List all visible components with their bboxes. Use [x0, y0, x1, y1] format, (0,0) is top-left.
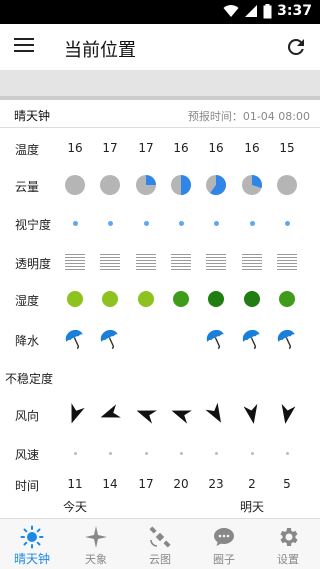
cloud-cover-icon	[236, 167, 268, 203]
wind-arrow-icon	[200, 396, 232, 432]
status-bar: 3:37	[0, 0, 320, 24]
forecast-title: 晴天钟	[14, 109, 51, 123]
cloud-cover-icon	[271, 167, 303, 203]
transparency-lines	[59, 244, 91, 280]
humidity-dot	[130, 281, 162, 317]
tab-label: 设置	[277, 553, 299, 566]
time-value: 14	[102, 477, 118, 491]
humidity-dot	[94, 281, 126, 317]
signal-icon	[245, 5, 258, 17]
refresh-strip	[0, 70, 320, 100]
umbrella-icon	[271, 321, 303, 357]
umbrella-icon	[236, 321, 268, 357]
humidity-dot	[59, 281, 91, 317]
transparency-lines	[165, 244, 197, 280]
tab-label: 圈子	[213, 553, 235, 566]
seeing-dot	[94, 205, 126, 241]
humidity-dot	[200, 281, 232, 317]
wind-arrow-icon	[130, 396, 162, 432]
cloud-cover-icon	[59, 167, 91, 203]
tab-forecast[interactable]: 晴天钟	[0, 519, 64, 569]
row-label: 云量	[15, 180, 40, 194]
temperature-value: 17	[102, 141, 118, 155]
transparency-lines	[236, 244, 268, 280]
row-instability: 不稳定度	[0, 359, 320, 395]
row-label: 不稳定度	[5, 372, 54, 386]
transparency-lines	[94, 244, 126, 280]
time-value: 20	[173, 477, 189, 491]
temperature-value: 16	[173, 141, 189, 155]
umbrella-icon	[200, 321, 232, 357]
time-value: 11	[67, 477, 83, 491]
humidity-dot	[165, 281, 197, 317]
time-value: 5	[283, 477, 291, 491]
gear-icon	[280, 528, 298, 546]
chat-icon	[214, 528, 234, 546]
forecast-header: 晴天钟 预报时间：01-04 08:00	[0, 100, 320, 128]
wifi-icon	[223, 5, 239, 18]
precipitation-empty	[130, 321, 162, 357]
row-label: 风速	[15, 448, 40, 462]
seeing-dot	[165, 205, 197, 241]
cloud-cover-icon	[200, 167, 232, 203]
battery-icon	[263, 3, 272, 18]
forecast-panel: 晴天钟 预报时间：01-04 08:00 温度 云量 视宁度 透明度 湿度 降水…	[0, 100, 320, 518]
tab-settings[interactable]: 设置	[256, 519, 320, 569]
temperature-value: 16	[208, 141, 224, 155]
row-label: 湿度	[15, 294, 40, 308]
transparency-lines	[200, 244, 232, 280]
cloud-cover-icon	[94, 167, 126, 203]
tab-label: 天象	[85, 553, 107, 566]
time-value: 17	[138, 477, 154, 491]
precipitation-empty	[165, 321, 197, 357]
cloud-cover-icon	[165, 167, 197, 203]
seeing-dot	[200, 205, 232, 241]
time-value: 2	[248, 477, 256, 491]
app-bar: 当前位置	[0, 24, 320, 70]
cloud-cover-icon	[130, 167, 162, 203]
transparency-lines	[130, 244, 162, 280]
seeing-dot	[236, 205, 268, 241]
temperature-value: 16	[67, 141, 83, 155]
temperature-value: 15	[279, 141, 295, 155]
wind-arrow-icon	[59, 396, 91, 432]
satellite-icon	[149, 526, 171, 548]
tab-cloud-map[interactable]: 云图	[128, 519, 192, 569]
umbrella-icon	[94, 321, 126, 357]
sun-icon	[20, 525, 44, 549]
row-label: 时间	[15, 479, 40, 493]
row-label: 温度	[15, 143, 40, 157]
time-value: 23	[208, 477, 224, 491]
row-label: 视宁度	[15, 218, 52, 232]
tab-label: 云图	[149, 553, 171, 566]
refresh-icon[interactable]	[284, 35, 308, 59]
tab-community[interactable]: 圈子	[192, 519, 256, 569]
temperature-value: 17	[138, 141, 154, 155]
temperature-value: 16	[244, 141, 260, 155]
row-label: 风向	[15, 409, 40, 423]
row-label: 降水	[15, 334, 40, 348]
tab-label: 晴天钟	[13, 552, 50, 566]
transparency-lines	[271, 244, 303, 280]
forecast-time: 预报时间：01-04 08:00	[187, 110, 310, 123]
wind-arrow-icon	[271, 396, 303, 432]
humidity-dot	[271, 281, 303, 317]
seeing-dot	[271, 205, 303, 241]
umbrella-icon	[59, 321, 91, 357]
tab-bar: 晴天钟 天象 云图 圈子 设置	[0, 518, 320, 569]
status-time: 3:37	[277, 3, 312, 19]
seeing-dot	[130, 205, 162, 241]
row-label: 透明度	[15, 257, 52, 271]
menu-icon[interactable]	[14, 38, 34, 54]
wind-arrow-icon	[94, 396, 126, 432]
humidity-dot	[236, 281, 268, 317]
tab-sky-events[interactable]: 天象	[64, 519, 128, 569]
wind-arrow-icon	[236, 396, 268, 432]
wind-arrow-icon	[165, 396, 197, 432]
seeing-dot	[59, 205, 91, 241]
star-icon	[85, 526, 107, 548]
page-title: 当前位置	[64, 40, 136, 61]
